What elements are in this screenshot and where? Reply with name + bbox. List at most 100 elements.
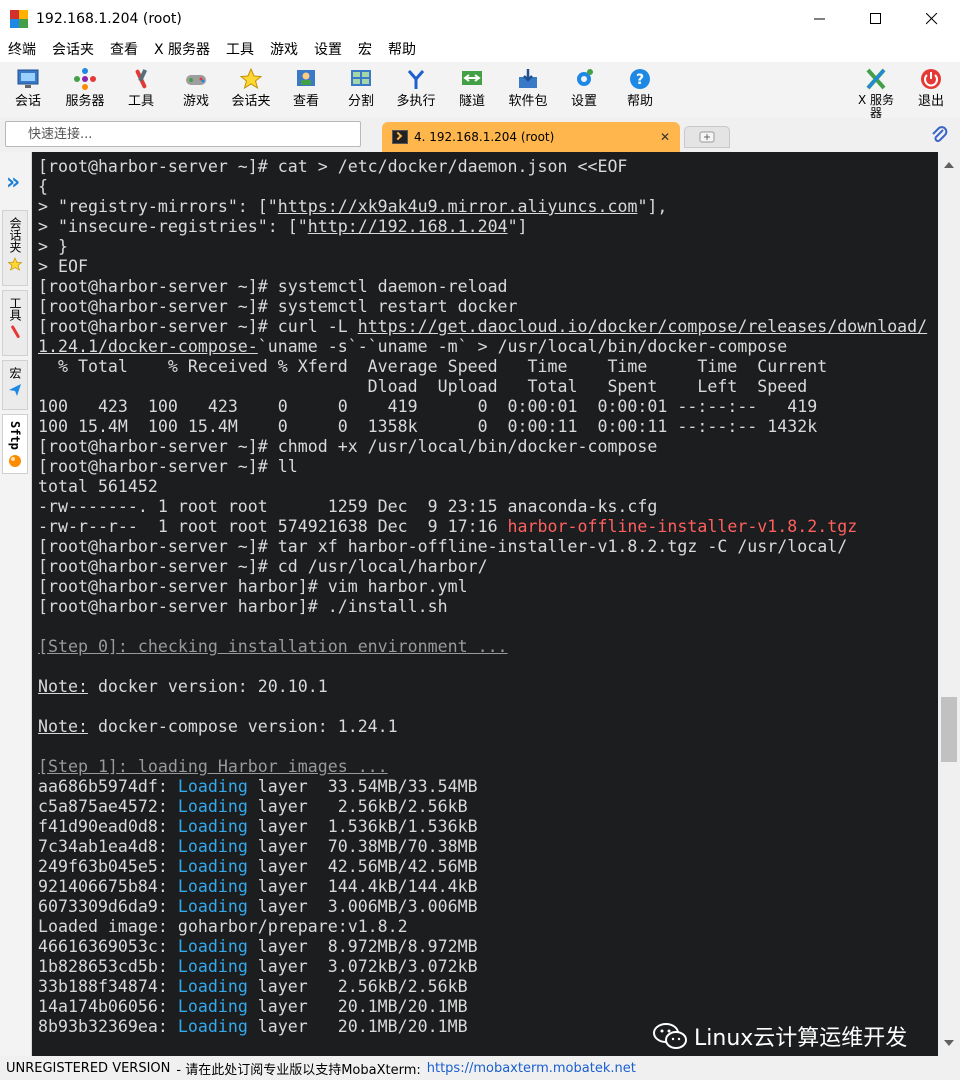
gamepad-icon xyxy=(183,66,209,92)
view-user-icon xyxy=(293,66,319,92)
menu-macros[interactable]: 宏 xyxy=(350,38,380,62)
minimize-button[interactable] xyxy=(792,0,848,38)
tab-session-4[interactable]: 4. 192.168.1.204 (root) ✕ xyxy=(382,122,680,152)
gear-icon xyxy=(571,66,597,92)
menu-bar: 终端 会话夹 查看 X 服务器 工具 游戏 设置 宏 帮助 xyxy=(0,38,960,62)
multiexec-button[interactable]: 多执行 xyxy=(388,62,444,118)
servers-icon xyxy=(72,66,98,92)
settings-button[interactable]: 设置 xyxy=(556,62,612,118)
terminal-step-1: [Step 1]: loading Harbor images ... xyxy=(38,757,388,776)
exit-button[interactable]: 退出 xyxy=(906,62,956,110)
layer-line: 921406675b84: Loading layer 144.4kB/144.… xyxy=(38,877,478,896)
scroll-thumb[interactable] xyxy=(941,697,957,762)
menu-games[interactable]: 游戏 xyxy=(262,38,306,62)
maximize-button[interactable] xyxy=(848,0,904,38)
menu-tools[interactable]: 工具 xyxy=(218,38,262,62)
layer-line: c5a875ae4572: Loading layer 2.56kB/2.56k… xyxy=(38,797,468,816)
star-icon xyxy=(238,66,264,92)
terminal-line: % Total % Received % Xferd Average Speed… xyxy=(38,357,828,376)
sessions-button[interactable]: 会话夹 xyxy=(224,62,278,118)
insecure-registry-link[interactable]: http://192.168.1.204 xyxy=(308,217,508,236)
layer-line: 14a174b06056: Loading layer 20.1MB/20.1M… xyxy=(38,997,468,1016)
split-icon xyxy=(348,66,374,92)
left-sidebar: » 会话夹 工具 宏 Sftp xyxy=(0,152,32,1056)
layer-line: 33b188f34874: Loading layer 2.56kB/2.56k… xyxy=(38,977,468,996)
xserver-button[interactable]: X 服务器 xyxy=(850,62,902,120)
terminal-scrollbar[interactable] xyxy=(938,152,960,1056)
tools-icon xyxy=(128,66,154,92)
multiexec-icon xyxy=(403,66,429,92)
unregistered-label: UNREGISTERED VERSION xyxy=(6,1060,171,1076)
layer-line: aa686b5974df: Loading layer 33.54MB/33.5… xyxy=(38,777,478,796)
chevron-down-icon xyxy=(944,1040,954,1046)
tab-row: 4. 192.168.1.204 (root) ✕ xyxy=(0,118,960,152)
subscribe-message[interactable]: - 请在此处订阅专业版以支持MobaXterm: xyxy=(176,1059,420,1078)
scroll-up-arrow[interactable] xyxy=(938,156,960,174)
terminal-line: [root@harbor-server ~]# cd /usr/local/ha… xyxy=(38,557,488,576)
terminal-line: Dload Upload Total Spent Left Speed xyxy=(38,377,808,396)
sftp-globe-icon xyxy=(8,454,22,468)
menu-terminal[interactable]: 终端 xyxy=(0,38,44,62)
xserver-icon xyxy=(863,66,889,92)
terminal-line: 100 423 100 423 0 0 419 0 0:00:01 0:00:0… xyxy=(38,397,818,416)
tab-close-icon[interactable]: ✕ xyxy=(656,128,674,146)
terminal-line: 100 15.4M 100 15.4M 0 0 1358k 0 0:00:11 … xyxy=(38,417,818,436)
terminal-view[interactable]: [root@harbor-server ~]# cat > /etc/docke… xyxy=(32,152,938,1056)
help-button[interactable]: ? 帮助 xyxy=(612,62,668,118)
compose-download-link[interactable]: https://get.daocloud.io/docker/compose/r… xyxy=(358,317,927,336)
menu-sessions[interactable]: 会话夹 xyxy=(44,38,102,62)
compose-download-link-cont[interactable]: 1.24.1/docker-compose- xyxy=(38,337,258,356)
menu-view[interactable]: 查看 xyxy=(102,38,146,62)
monitor-session-icon xyxy=(15,66,41,92)
tunneling-button[interactable]: 隧道 xyxy=(444,62,500,118)
terminal-line: { xyxy=(38,177,48,196)
mobaxterm-website-link[interactable]: https://mobaxterm.mobatek.net xyxy=(427,1061,636,1076)
split-button[interactable]: 分割 xyxy=(334,62,388,118)
mobaxterm-app-icon xyxy=(10,10,28,28)
close-button[interactable] xyxy=(904,0,960,38)
send-icon xyxy=(8,383,22,397)
quick-connect-input[interactable] xyxy=(6,122,360,146)
terminal-line: [root@harbor-server ~]# systemctl restar… xyxy=(38,297,518,316)
menu-help[interactable]: 帮助 xyxy=(380,38,424,62)
loaded-image-line: Loaded image: goharbor/prepare:v1.8.2 xyxy=(38,917,408,936)
terminal-line: [root@harbor-server ~]# ll xyxy=(38,457,298,476)
tunnel-icon xyxy=(459,66,485,92)
sidebar-tab-macros[interactable]: 宏 xyxy=(2,360,28,410)
terminal-line: [root@harbor-server ~]# cat > /etc/docke… xyxy=(38,157,628,176)
paperclip-icon[interactable] xyxy=(930,125,948,149)
svg-text:?: ? xyxy=(636,72,644,88)
sidebar-tab-sessions[interactable]: 会话夹 xyxy=(2,210,28,286)
scroll-down-arrow[interactable] xyxy=(938,1034,960,1052)
watermark-text: Linux云计算运维开发 xyxy=(694,1026,908,1051)
sidebar-tab-sftp[interactable]: Sftp xyxy=(2,414,28,474)
terminal-line: Note: docker-compose version: 1.24.1 xyxy=(38,717,398,736)
terminal-output: [root@harbor-server ~]# cat > /etc/docke… xyxy=(32,152,938,1037)
view-button[interactable]: 查看 xyxy=(278,62,334,118)
tools-button[interactable]: 工具 xyxy=(114,62,168,118)
harbor-tgz-filename: harbor-offline-installer-v1.8.2.tgz xyxy=(507,517,858,536)
new-tab-button[interactable] xyxy=(684,126,730,148)
servers-button[interactable]: 服务器 xyxy=(56,62,114,118)
sidebar-tab-tools[interactable]: 工具 xyxy=(2,290,28,356)
layer-line: 6073309d6da9: Loading layer 3.006MB/3.00… xyxy=(38,897,478,916)
terminal-line: > } xyxy=(38,237,68,256)
layer-line: 249f63b045e5: Loading layer 42.56MB/42.5… xyxy=(38,857,478,876)
session-button[interactable]: 会话 xyxy=(0,62,56,118)
maximize-icon xyxy=(870,13,881,24)
terminal-line: [root@harbor-server harbor]# ./install.s… xyxy=(38,597,448,616)
games-button[interactable]: 游戏 xyxy=(168,62,224,118)
menu-xserver[interactable]: X 服务器 xyxy=(146,38,218,62)
expand-sidebar-icon[interactable]: » xyxy=(6,172,20,194)
layer-line: 46616369053c: Loading layer 8.972MB/8.97… xyxy=(38,937,478,956)
registry-mirror-link[interactable]: https://xk9ak4u9.mirror.aliyuncs.com xyxy=(278,197,638,216)
layer-line: f41d90ead0d8: Loading layer 1.536kB/1.53… xyxy=(38,817,478,836)
terminal-line: > "registry-mirrors": ["https://xk9ak4u9… xyxy=(38,197,668,216)
quick-connect-box xyxy=(5,121,361,147)
packages-button[interactable]: 软件包 xyxy=(500,62,556,118)
menu-settings[interactable]: 设置 xyxy=(306,38,350,62)
terminal-line: total 561452 xyxy=(38,477,158,496)
